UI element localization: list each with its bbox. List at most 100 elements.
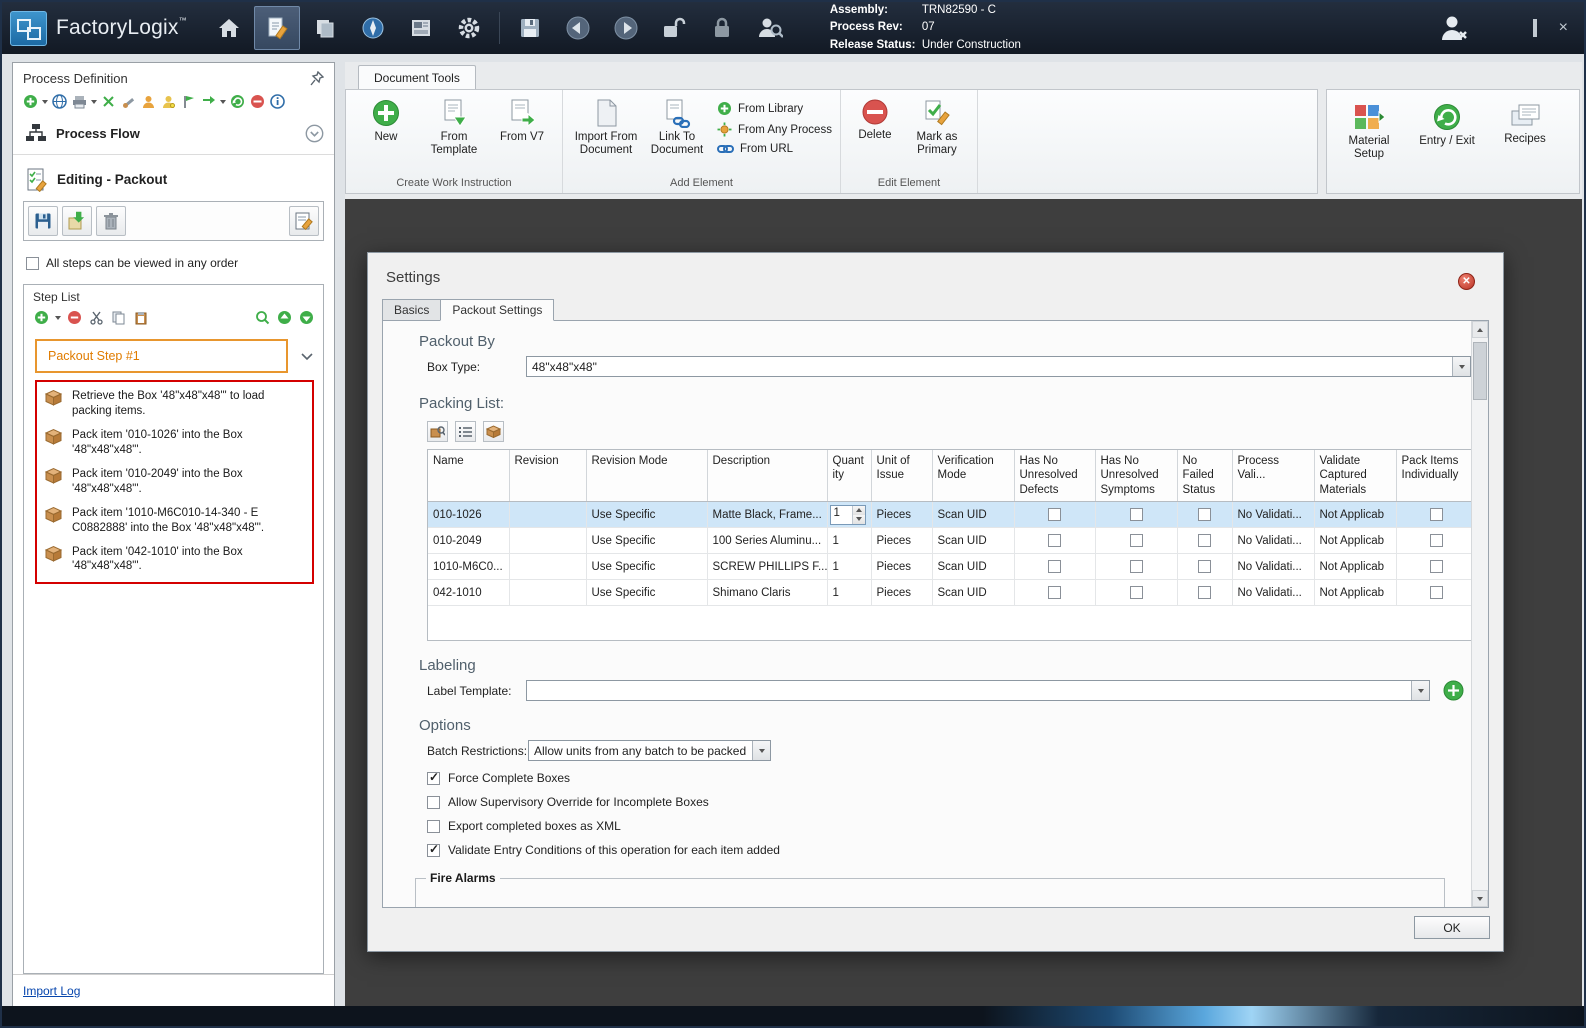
cell-quantity[interactable]: 1 [827,527,872,555]
user-star-icon[interactable] [160,93,177,110]
delete-step-button[interactable] [96,206,126,236]
tab-document-tools[interactable]: Document Tools [358,65,476,89]
defects-checkbox[interactable] [1048,586,1061,600]
table-row[interactable]: 042-1010 Use Specific Shimano Claris 1 P… [428,579,1471,607]
col-has-no-unresolved-symptoms[interactable]: Has No Unresolved Symptoms [1095,450,1178,503]
cell-validate-captured[interactable]: Not Applicab [1314,527,1397,555]
from-url-button[interactable]: From URL [717,143,832,155]
navigator-button[interactable] [350,6,396,50]
step-action-row[interactable]: Pack item '1010-M6C010-14-340 - E C08828… [39,502,310,541]
col-name[interactable]: Name [428,450,510,503]
pack-individually-checkbox[interactable] [1430,586,1443,600]
info-icon[interactable] [269,93,286,110]
scroll-up-button[interactable] [1472,321,1488,338]
step-action-row[interactable]: Pack item '010-1026' into the Box '48"x4… [39,424,310,463]
cell-description[interactable]: Shimano Claris [707,579,828,607]
cell-process-validation[interactable]: No Validati... [1232,579,1315,607]
copy-button[interactable] [302,6,348,50]
cell-description[interactable]: SCREW PHILLIPS F... [707,553,828,581]
failed-status-checkbox[interactable] [1198,508,1211,522]
dialog-scrollbar[interactable] [1471,321,1488,907]
transfer-dropdown-icon[interactable] [220,99,226,104]
batch-restrictions-select[interactable]: Allow units from any batch to be packed [528,740,771,761]
col-description[interactable]: Description [707,450,828,503]
col-quantity[interactable]: Quantity [827,450,872,503]
col-validate-captured-materials[interactable]: Validate Captured Materials [1314,450,1397,503]
save-step-button[interactable] [28,206,58,236]
add-step-dropdown-icon[interactable] [55,315,61,320]
cell-quantity[interactable]: 1 [827,553,872,581]
zoom-step-icon[interactable] [254,309,271,326]
step-action-row[interactable]: Pack item '010-2049' into the Box '48"x4… [39,463,310,502]
flag-icon[interactable] [180,93,197,110]
col-unit-of-issue[interactable]: Unit of Issue [871,450,933,503]
selected-step-box[interactable]: Packout Step #1 [35,339,288,373]
defects-checkbox[interactable] [1048,534,1061,548]
box-type-select[interactable]: 48"x48"x48" [526,356,1471,377]
pin-icon[interactable] [310,71,324,86]
cell-verification[interactable]: Scan UID [932,579,1015,607]
forward-button[interactable] [603,6,649,50]
cell-revision[interactable] [509,527,587,555]
maximize-button[interactable] [1532,19,1537,37]
force-complete-boxes-checkbox[interactable] [427,770,440,785]
cell-description[interactable]: Matte Black, Frame... [707,501,828,529]
symptoms-checkbox[interactable] [1129,508,1143,522]
cell-revision[interactable] [509,553,587,581]
remove-step-icon[interactable] [66,309,83,326]
recipes-button[interactable]: Recipes [1493,98,1557,191]
cell-process-validation[interactable]: No Validati... [1232,553,1315,581]
cell-name[interactable]: 010-1026 [428,501,510,529]
pack-individually-checkbox[interactable] [1430,508,1443,522]
cut-icon[interactable] [100,93,117,110]
collapse-circle-icon[interactable] [305,124,324,143]
move-down-icon[interactable] [298,309,315,326]
material-setup-button[interactable]: Material Setup [1337,98,1401,191]
table-row[interactable]: 1010-M6C0... Use Specific SCREW PHILLIPS… [428,553,1471,581]
cell-process-validation[interactable]: No Validati... [1232,527,1315,555]
cell-unit[interactable]: Pieces [871,501,933,529]
cell-description[interactable]: 100 Series Aluminu... [707,527,828,555]
spinner-arrows-icon[interactable] [851,505,865,524]
symptoms-checkbox[interactable] [1129,534,1143,548]
add-dropdown-icon[interactable] [42,99,48,104]
tools-icon[interactable] [120,93,137,110]
logout-user-button[interactable] [1430,6,1476,50]
step-action-row[interactable]: Pack item '042-1010' into the Box '48"x4… [39,541,310,580]
col-revision[interactable]: Revision [509,450,587,503]
sync-icon[interactable] [229,93,246,110]
stop-icon[interactable] [249,93,266,110]
export-xml-checkbox[interactable] [427,819,440,833]
col-pack-items-individually[interactable]: Pack Items Individually [1396,450,1471,503]
find-user-button[interactable] [747,6,793,50]
pack-individually-checkbox[interactable] [1430,560,1443,574]
cell-verification[interactable]: Scan UID [932,501,1015,529]
table-row[interactable]: 010-1026 Use Specific Matte Black, Frame… [428,501,1471,529]
import-from-document-button[interactable]: Import From Document [571,94,641,161]
cell-validate-captured[interactable]: Not Applicab [1314,553,1397,581]
col-verification-mode[interactable]: Verification Mode [932,450,1015,503]
unlock-button[interactable] [651,6,697,50]
add-process-icon[interactable] [22,93,39,110]
scrollbar-thumb[interactable] [1473,342,1487,400]
process-editor-button[interactable] [253,6,300,50]
save-button[interactable] [507,6,553,50]
step-action-row[interactable]: Retrieve the Box '48"x48"x48"' to load p… [39,385,310,424]
col-has-no-unresolved-defects[interactable]: Has No Unresolved Defects [1014,450,1096,503]
home-button[interactable] [206,6,252,50]
cell-quantity[interactable]: 1 [827,501,872,529]
cell-verification[interactable]: Scan UID [932,527,1015,555]
failed-status-checkbox[interactable] [1198,534,1211,548]
cell-unit[interactable]: Pieces [871,579,933,607]
package-view-button[interactable] [483,421,504,442]
cell-validate-captured[interactable]: Not Applicab [1314,579,1397,607]
step-expand-chevron-icon[interactable] [300,352,314,361]
defects-checkbox[interactable] [1048,508,1061,522]
mark-as-primary-button[interactable]: Mark as Primary [905,94,969,161]
add-step-icon[interactable] [33,309,50,326]
entry-exit-button[interactable]: Entry / Exit [1415,98,1479,191]
view-item-button[interactable] [427,421,448,442]
back-button[interactable] [555,6,601,50]
from-library-button[interactable]: From Library [717,101,832,116]
failed-status-checkbox[interactable] [1198,560,1211,574]
